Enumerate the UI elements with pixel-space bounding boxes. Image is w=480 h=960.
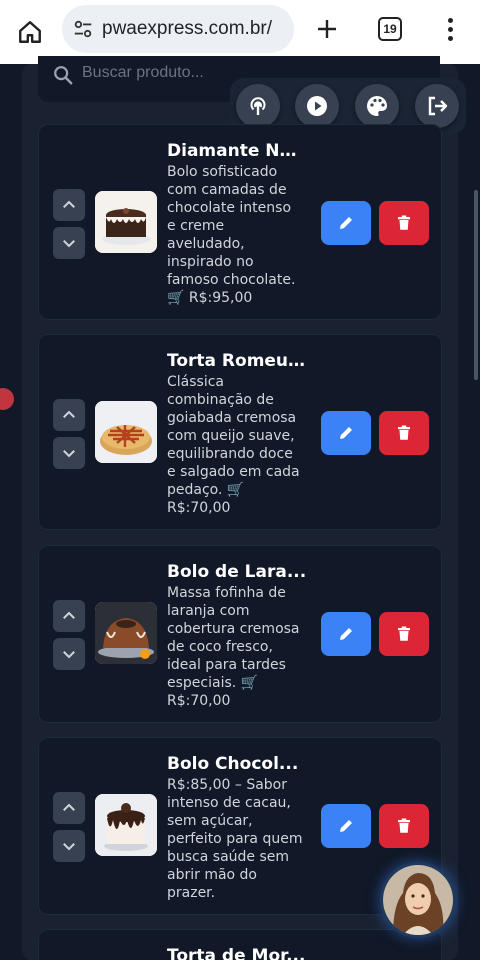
product-title: Torta de Mor... bbox=[167, 946, 306, 960]
move-down-button[interactable] bbox=[53, 227, 85, 259]
product-image bbox=[95, 191, 157, 253]
palette-icon[interactable] bbox=[355, 84, 399, 128]
new-tab-icon[interactable] bbox=[312, 14, 342, 44]
pencil-icon bbox=[340, 427, 352, 439]
trash-icon bbox=[398, 818, 410, 833]
product-card: Torta Romeu... Clássica combinação de go… bbox=[38, 334, 442, 530]
product-card: Diamante Ne... Bolo sofisticado com cama… bbox=[38, 124, 442, 320]
more-menu-icon[interactable] bbox=[440, 14, 460, 44]
product-description: Massa fofinha de laranja com cobertura c… bbox=[167, 584, 307, 710]
delete-button[interactable] bbox=[379, 411, 429, 455]
move-down-button[interactable] bbox=[53, 638, 85, 670]
scrollbar[interactable] bbox=[474, 190, 478, 380]
product-title: Bolo Chocol... bbox=[167, 754, 299, 774]
pencil-icon bbox=[340, 628, 352, 640]
trash-icon bbox=[398, 215, 410, 230]
product-description: R$:85,00 – Sabor intenso de cacau, sem a… bbox=[167, 777, 303, 901]
product-price: 🛒 R$:95,00 bbox=[167, 290, 253, 306]
assistant-avatar[interactable] bbox=[380, 862, 456, 938]
product-price: R$:70,00 bbox=[167, 693, 231, 709]
delete-button[interactable] bbox=[379, 612, 429, 656]
edit-button[interactable] bbox=[321, 804, 371, 848]
edit-button[interactable] bbox=[321, 201, 371, 245]
product-title: Diamante Ne... bbox=[167, 141, 307, 161]
pencil-icon bbox=[340, 217, 352, 229]
podcast-icon[interactable] bbox=[236, 84, 280, 128]
move-up-button[interactable] bbox=[53, 792, 85, 824]
trash-icon bbox=[398, 626, 410, 641]
move-up-button[interactable] bbox=[53, 189, 85, 221]
move-down-button[interactable] bbox=[53, 437, 85, 469]
move-up-button[interactable] bbox=[53, 600, 85, 632]
product-title: Bolo de Lara... bbox=[167, 562, 307, 582]
search-icon bbox=[54, 66, 73, 85]
product-image bbox=[95, 794, 157, 856]
product-price: R$:70,00 bbox=[167, 500, 231, 516]
product-image bbox=[95, 401, 157, 463]
product-title: Torta Romeu... bbox=[167, 351, 307, 371]
site-settings-icon[interactable] bbox=[72, 18, 94, 40]
move-up-button[interactable] bbox=[53, 399, 85, 431]
edit-button[interactable] bbox=[321, 612, 371, 656]
product-card: Bolo de Lara... Massa fofinha de laranja… bbox=[38, 545, 442, 723]
tab-switcher-button[interactable]: 19 bbox=[378, 17, 402, 41]
product-description: Bolo sofisticado com camadas de chocolat… bbox=[167, 163, 307, 307]
product-card: Torta de Mor... bbox=[38, 929, 442, 960]
pencil-icon bbox=[340, 820, 352, 832]
home-icon[interactable] bbox=[14, 16, 46, 48]
play-icon[interactable] bbox=[295, 84, 339, 128]
move-down-button[interactable] bbox=[53, 830, 85, 862]
delete-button[interactable] bbox=[379, 201, 429, 245]
side-indicator bbox=[0, 388, 14, 410]
delete-button[interactable] bbox=[379, 804, 429, 848]
edit-button[interactable] bbox=[321, 411, 371, 455]
browser-toolbar: pwaexpress.com.br/ 19 bbox=[0, 0, 480, 64]
trash-icon bbox=[398, 425, 410, 440]
logout-icon[interactable] bbox=[415, 84, 459, 128]
url-text: pwaexpress.com.br/ bbox=[102, 18, 273, 39]
tab-count: 19 bbox=[383, 22, 397, 36]
product-description: Clássica combinação de goiabada cremosa … bbox=[167, 373, 307, 517]
product-image bbox=[95, 602, 157, 664]
address-bar[interactable]: pwaexpress.com.br/ bbox=[62, 5, 294, 53]
search-placeholder: Buscar produto... bbox=[82, 64, 204, 81]
